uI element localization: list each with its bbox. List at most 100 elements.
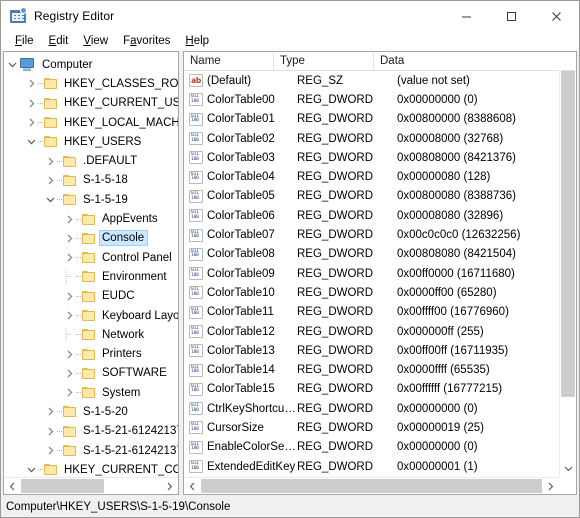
tree-node[interactable]: HKEY_CURRENT_USER	[4, 94, 178, 113]
tree-node[interactable]: HKEY_CURRENT_CONFIG	[4, 460, 178, 477]
registry-value-row[interactable]: 011 100 ColorTable04 REG_DWORD 0x00000080 (1…	[184, 167, 559, 186]
chevron-right-icon[interactable]	[25, 94, 38, 113]
registry-value-row[interactable]: 011 100 ColorTable05 REG_DWORD 0x00800080 (8…	[184, 187, 559, 206]
tree-node[interactable]: Console	[4, 229, 178, 248]
value-type: REG_DWORD	[297, 402, 374, 415]
tree-node[interactable]: Control Panel	[4, 248, 178, 267]
tree-node[interactable]: Printers	[4, 344, 178, 363]
column-header-name[interactable]: Name	[184, 52, 274, 71]
chevron-down-icon[interactable]	[25, 460, 38, 477]
chevron-right-icon[interactable]	[44, 402, 57, 421]
minimize-button[interactable]	[444, 1, 489, 31]
value-name: ColorTable10	[207, 286, 275, 299]
list-vscroll-thumb[interactable]	[561, 69, 575, 397]
value-data: 0x00000001 (1)	[397, 460, 478, 473]
list-scroll-down-button[interactable]	[560, 460, 576, 477]
chevron-down-icon[interactable]	[44, 190, 57, 209]
tree-node[interactable]: System	[4, 383, 178, 402]
list-vertical-scrollbar[interactable]	[559, 52, 576, 477]
tree-node[interactable]: .DEFAULT	[4, 151, 178, 170]
registry-value-row[interactable]: 011 100 ColorTable10 REG_DWORD 0x0000ff00 (6…	[184, 283, 559, 302]
registry-value-row[interactable]: 011 100 CursorSize REG_DWORD 0x00000019 (25)	[184, 418, 559, 437]
tree-node[interactable]: EUDC	[4, 287, 178, 306]
reg-dword-icon: 011 100	[189, 382, 203, 396]
value-name: ColorTable09	[207, 267, 275, 280]
tree-node-label: S-1-5-21-612421373-2457	[83, 444, 178, 457]
maximize-button[interactable]	[489, 1, 534, 31]
registry-value-row[interactable]: 011 100 ColorTable01 REG_DWORD 0x00800000 (8…	[184, 110, 559, 129]
value-data: 0x00008080 (32896)	[397, 209, 504, 222]
close-button[interactable]	[534, 1, 579, 31]
registry-value-row[interactable]: 011 100 ColorTable11 REG_DWORD 0x00ffff00 (1…	[184, 303, 559, 322]
registry-tree[interactable]: Computer HKEY_CLASSES_ROOT HKEY_CURRENT_US…	[4, 52, 178, 477]
list-hscroll-thumb[interactable]	[201, 479, 542, 493]
menu-view[interactable]: View	[76, 32, 116, 50]
registry-value-row[interactable]: ab (Default) REG_SZ (value not set)	[184, 71, 559, 90]
chevron-right-icon[interactable]	[63, 248, 76, 267]
registry-value-row[interactable]: 011 100 EnableColorSele... REG_DWORD 0x00000…	[184, 438, 559, 457]
chevron-right-icon[interactable]	[63, 210, 76, 229]
list-scroll-right-button[interactable]	[542, 478, 559, 494]
chevron-right-icon[interactable]	[44, 441, 57, 460]
list-scroll-left-button[interactable]	[184, 478, 201, 494]
tree-node[interactable]: Network	[4, 325, 178, 344]
menu-edit[interactable]: Edit	[42, 32, 77, 50]
registry-value-row[interactable]: 011 100 ColorTable08 REG_DWORD 0x00808080 (8…	[184, 245, 559, 264]
tree-node-label: S-1-5-18	[83, 174, 128, 187]
registry-values-list[interactable]: ab (Default) REG_SZ (value not set) 011 100 Co…	[184, 71, 559, 477]
tree-node[interactable]: HKEY_CLASSES_ROOT	[4, 74, 178, 93]
tree-node[interactable]: HKEY_USERS	[4, 132, 178, 151]
column-header-data[interactable]: Data	[374, 52, 576, 71]
tree-scroll-right-button[interactable]	[161, 478, 178, 494]
registry-value-row[interactable]: 011 100 ExtendedEditKey REG_DWORD 0x00000001…	[184, 457, 559, 476]
tree-node[interactable]: S-1-5-21-612421373-2457	[4, 441, 178, 460]
menu-file[interactable]: File	[8, 32, 42, 50]
tree-node[interactable]: Environment	[4, 267, 178, 286]
tree-node[interactable]: S-1-5-21-612421373-2457	[4, 422, 178, 441]
chevron-right-icon[interactable]	[63, 229, 76, 248]
chevron-right-icon[interactable]	[44, 422, 57, 441]
chevron-right-icon[interactable]	[25, 113, 38, 132]
chevron-right-icon[interactable]	[63, 287, 76, 306]
column-header-type[interactable]: Type	[274, 52, 374, 71]
registry-value-row[interactable]: 011 100 ColorTable15 REG_DWORD 0x00ffffff (1…	[184, 380, 559, 399]
menu-help[interactable]: Help	[178, 32, 217, 50]
tree-node[interactable]: HKEY_LOCAL_MACHINE	[4, 113, 178, 132]
registry-value-row[interactable]: 011 100 ColorTable13 REG_DWORD 0x00ff00ff (1…	[184, 341, 559, 360]
folder-icon	[82, 251, 97, 264]
tree-horizontal-scrollbar[interactable]	[4, 477, 178, 494]
list-horizontal-scrollbar[interactable]	[184, 477, 559, 494]
chevron-right-icon[interactable]	[63, 364, 76, 383]
tree-node[interactable]: Computer	[4, 55, 178, 74]
folder-icon	[63, 444, 78, 457]
tree-hscroll-thumb[interactable]	[21, 479, 104, 493]
tree-node[interactable]: Keyboard Layout	[4, 306, 178, 325]
registry-value-row[interactable]: 011 100 ColorTable14 REG_DWORD 0x0000ffff (6…	[184, 360, 559, 379]
tree-node[interactable]: S-1-5-20	[4, 402, 178, 421]
tree-node[interactable]: SOFTWARE	[4, 364, 178, 383]
chevron-right-icon[interactable]	[63, 345, 76, 364]
registry-value-row[interactable]: 011 100 ColorTable09 REG_DWORD 0x00ff0000 (1…	[184, 264, 559, 283]
menu-favorites[interactable]: Favorites	[116, 32, 178, 50]
tree-node[interactable]: AppEvents	[4, 209, 178, 228]
registry-value-row[interactable]: 011 100 ColorTable06 REG_DWORD 0x00008080 (3…	[184, 206, 559, 225]
chevron-right-icon[interactable]	[63, 306, 76, 325]
chevron-right-icon[interactable]	[63, 383, 76, 402]
tree-node[interactable]: S-1-5-19	[4, 190, 178, 209]
folder-icon	[44, 97, 59, 110]
registry-value-row[interactable]: 011 100 ColorTable02 REG_DWORD 0x00008000 (3…	[184, 129, 559, 148]
registry-value-row[interactable]: 011 100 ColorTable03 REG_DWORD 0x00808000 (8…	[184, 148, 559, 167]
tree-node[interactable]: S-1-5-18	[4, 171, 178, 190]
tree-scroll-left-button[interactable]	[4, 478, 21, 494]
tree-node-label: HKEY_CLASSES_ROOT	[64, 77, 178, 90]
registry-value-row[interactable]: 011 100 ColorTable00 REG_DWORD 0x00000000 (0…	[184, 90, 559, 109]
chevron-right-icon[interactable]	[25, 74, 38, 93]
chevron-right-icon[interactable]	[44, 152, 57, 171]
registry-value-row[interactable]: 011 100 ColorTable07 REG_DWORD 0x00c0c0c0 (1…	[184, 225, 559, 244]
chevron-down-icon[interactable]	[25, 132, 38, 151]
registry-value-row[interactable]: 011 100 ColorTable12 REG_DWORD 0x000000ff (2…	[184, 322, 559, 341]
chevron-down-icon[interactable]	[6, 55, 19, 74]
chevron-right-icon[interactable]	[44, 171, 57, 190]
registry-value-row[interactable]: 011 100 CtrlKeyShortcut... REG_DWORD 0x00000…	[184, 399, 559, 418]
value-type: REG_DWORD	[297, 229, 374, 242]
